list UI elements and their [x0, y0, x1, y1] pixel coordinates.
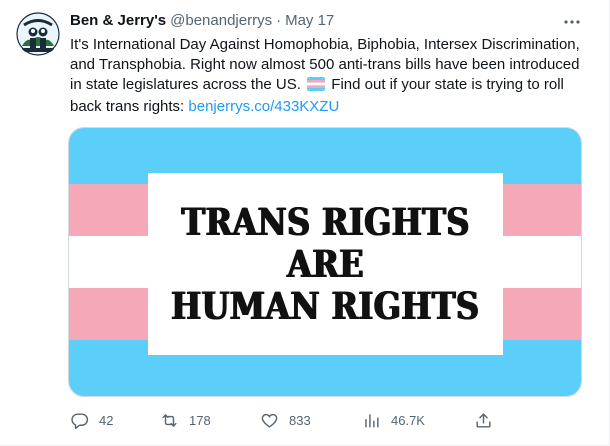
tweet-media-image[interactable]: TRANS RIGHTS ARE HUMAN RIGHTS [68, 127, 582, 397]
retweet-button[interactable]: 178 [160, 408, 211, 432]
views-icon [365, 413, 379, 428]
tweet-text: It's International Day Against Homophobi… [70, 35, 590, 117]
like-button[interactable]: 833 [260, 408, 311, 432]
share-icon [476, 412, 491, 428]
views-button[interactable]: 46.7K [362, 408, 425, 432]
display-name[interactable]: Ben & Jerry's [70, 12, 166, 29]
sign-line-1: TRANS RIGHTS [181, 200, 470, 244]
user-handle[interactable]: @benandjerrys [170, 12, 272, 29]
transgender-flag-emoji-icon [307, 77, 326, 97]
separator: · [276, 12, 282, 29]
like-count: 833 [289, 412, 311, 428]
avatar[interactable] [16, 12, 60, 56]
more-horizontal-icon [564, 20, 580, 24]
tweet-actions: 42 178 833 46.7K [62, 408, 502, 432]
sign-line-2: ARE [287, 242, 364, 286]
more-button[interactable] [560, 10, 584, 34]
tweet-link[interactable]: benjerrys.co/433KXZU [188, 98, 339, 115]
sign-line-3: HUMAN RIGHTS [171, 284, 480, 328]
tweet-date[interactable]: May 17 [285, 12, 334, 29]
retweet-count: 178 [189, 412, 211, 428]
sign-panel: TRANS RIGHTS ARE HUMAN RIGHTS [148, 173, 503, 355]
ben-and-jerrys-logo-icon [16, 12, 60, 56]
like-icon [261, 413, 278, 428]
retweet-icon [162, 413, 177, 427]
tweet-card[interactable]: Ben & Jerry's @benandjerrys · May 17 It'… [0, 0, 610, 446]
reply-button[interactable]: 42 [70, 408, 113, 432]
reply-icon [71, 412, 89, 429]
views-count: 46.7K [391, 412, 425, 428]
tweet-header: Ben & Jerry's @benandjerrys · May 17 [70, 12, 334, 32]
reply-count: 42 [99, 412, 114, 428]
share-button[interactable] [474, 408, 493, 432]
